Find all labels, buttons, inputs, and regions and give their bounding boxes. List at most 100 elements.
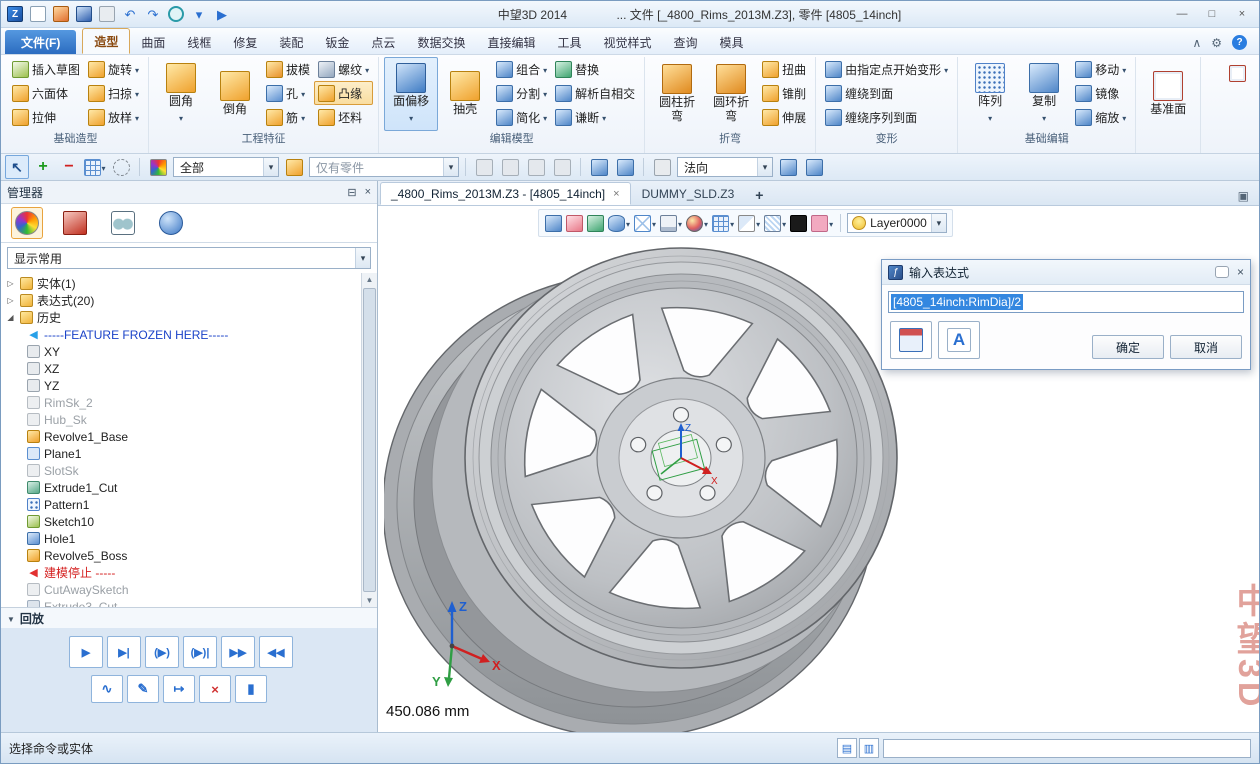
tree-node-cutawaysketch[interactable]: CutAwaySketch — [1, 581, 361, 598]
replay-fast-forward-button[interactable]: ▶▶ — [221, 636, 255, 668]
replay-header[interactable]: 回放 — [1, 607, 377, 628]
replay-curve-button[interactable]: ∿ — [91, 675, 123, 703]
assembly-manager-tab[interactable] — [59, 207, 91, 239]
ribbon-tab[interactable]: 修复 — [222, 30, 268, 54]
offset-face-button[interactable]: 面偏移 — [384, 57, 438, 131]
scrollbar-thumb[interactable] — [363, 288, 376, 592]
move-button[interactable]: 移动 — [1071, 57, 1130, 81]
add-selection-icon[interactable] — [31, 155, 55, 179]
ribbon-tab[interactable]: 工具 — [546, 30, 592, 54]
wrap-to-face-button[interactable]: 缠绕到面 — [821, 81, 952, 105]
draft-button[interactable]: 拔模 — [262, 57, 314, 81]
history-manager-tab[interactable] — [11, 207, 43, 239]
tree-node-pattern1[interactable]: Pattern1 — [1, 496, 361, 513]
command-input[interactable] — [883, 739, 1251, 758]
tree-node-history[interactable]: ◢历史 — [1, 309, 361, 326]
combine-button[interactable]: 组合 — [492, 57, 551, 81]
file-menu-button[interactable]: 文件(F) — [5, 30, 76, 54]
insert-text-button[interactable] — [938, 321, 980, 359]
replay-play-next-button[interactable]: ▶| — [107, 636, 141, 668]
taper-button[interactable]: 锥削 — [758, 81, 810, 105]
part-filter-combo[interactable]: 仅有零件 — [309, 157, 459, 177]
new-document-tab-button[interactable]: + — [745, 187, 773, 205]
ribbon-tab[interactable]: 查询 — [663, 30, 709, 54]
print-icon[interactable] — [97, 4, 117, 24]
datum-plane-button[interactable]: 基准面 — [1141, 57, 1195, 131]
stock-button[interactable]: 坯料 — [314, 105, 373, 129]
deform-from-point-button[interactable]: 由指定点开始变形 — [821, 57, 952, 81]
shell-button[interactable]: 抽壳 — [438, 57, 492, 131]
flange-button[interactable]: 凸缘 — [314, 81, 373, 105]
selection-set-icon[interactable] — [83, 155, 107, 179]
tree-node-revolve1[interactable]: Revolve1_Base — [1, 428, 361, 445]
color-filter-icon[interactable] — [146, 155, 170, 179]
replay-solid-button[interactable]: ▮ — [235, 675, 267, 703]
undo-icon[interactable]: ↶ — [120, 4, 140, 24]
ribbon-tab[interactable]: 直接编辑 — [476, 30, 546, 54]
replay-play-button[interactable]: ▶ — [69, 636, 103, 668]
mirror-button[interactable]: 镜像 — [1071, 81, 1130, 105]
rib-button[interactable]: 筋 — [262, 105, 314, 129]
walkthrough-icon[interactable] — [544, 214, 563, 233]
replay-cancel-button[interactable]: × — [199, 675, 231, 703]
face-color-swatch[interactable] — [810, 214, 834, 233]
tree-node-sketch10[interactable]: Sketch10 — [1, 513, 361, 530]
tree-node-plane1[interactable]: Plane1 — [1, 445, 361, 462]
grid-toggle-icon[interactable] — [711, 214, 735, 233]
scroll-up-icon[interactable]: ▲ — [366, 273, 374, 286]
ribbon-tab[interactable]: 装配 — [268, 30, 314, 54]
cylindrical-bend-button[interactable]: 圆柱折弯 — [650, 57, 704, 131]
replace-button[interactable]: 替换 — [551, 57, 639, 81]
save-icon[interactable] — [74, 4, 94, 24]
minimize-button[interactable]: — — [1167, 4, 1197, 24]
replay-exit-button[interactable]: ↦ — [163, 675, 195, 703]
tree-node-frozen-marker[interactable]: -----FEATURE FROZEN HERE----- — [1, 326, 361, 343]
replay-edit-button[interactable]: ✎ — [127, 675, 159, 703]
settings-gear-icon[interactable]: ⚙ — [1211, 37, 1222, 49]
new-file-icon[interactable] — [28, 4, 48, 24]
tree-expander-icon[interactable]: ◢ — [5, 313, 16, 322]
cancel-button[interactable]: 取消 — [1170, 335, 1242, 359]
tree-node-extrude1[interactable]: Extrude1_Cut — [1, 479, 361, 496]
thread-button[interactable]: 螺纹 — [314, 57, 373, 81]
app-logo-icon[interactable] — [5, 4, 25, 24]
redo-icon[interactable]: ↷ — [143, 4, 163, 24]
close-icon[interactable]: × — [613, 188, 619, 200]
tree-node-extrude3[interactable]: Extrude3_Cut — [1, 598, 361, 607]
pattern-button[interactable]: 阵列 — [963, 57, 1017, 131]
ribbon-tab[interactable]: 数据交换 — [406, 30, 476, 54]
replay-play-to-button[interactable]: (▶)| — [183, 636, 217, 668]
pick-last-icon[interactable] — [472, 155, 496, 179]
tree-expander-icon[interactable]: ▷ — [5, 279, 16, 288]
shaded-mode-icon[interactable] — [685, 214, 709, 233]
tree-node-expressions[interactable]: ▷表达式(20) — [1, 292, 361, 309]
scroll-down-icon[interactable]: ▼ — [366, 594, 374, 607]
view-cylinder-icon[interactable] — [607, 214, 631, 233]
tree-node-plane-xz[interactable]: XZ — [1, 360, 361, 377]
standard-views-icon[interactable] — [166, 4, 186, 24]
simplify-button[interactable]: 简化 — [492, 105, 551, 129]
ribbon-tab[interactable]: 模具 — [709, 30, 755, 54]
ribbon-tab[interactable]: 钣金 — [314, 30, 360, 54]
replay-play-from-button[interactable]: (▶) — [145, 636, 179, 668]
open-file-icon[interactable] — [51, 4, 71, 24]
insert-sketch-button[interactable]: 插入草图 — [8, 57, 84, 81]
pick-crossing-icon[interactable] — [524, 155, 548, 179]
view-normal-combo[interactable]: 法向 — [677, 157, 773, 177]
toroidal-bend-button[interactable]: 圆环折弯 — [704, 57, 758, 131]
eraser-icon[interactable] — [565, 214, 584, 233]
prompt-list-icon[interactable]: ▥ — [859, 738, 879, 758]
tree-node-hubsk[interactable]: Hub_Sk — [1, 411, 361, 428]
tree-node-hole1[interactable]: Hole1 — [1, 530, 361, 547]
extrude-button[interactable]: 拉伸 — [8, 105, 84, 129]
view-manager-tab[interactable] — [155, 207, 187, 239]
display-mode-icon[interactable] — [659, 214, 683, 233]
tree-node-stop-marker[interactable]: 建模停止 ----- — [1, 564, 361, 581]
layer-combo[interactable]: Layer0000 — [847, 213, 947, 233]
wrap-sequence-to-face-button[interactable]: 缠绕序列到面 — [821, 105, 952, 129]
tree-node-shapes[interactable]: ▷实体(1) — [1, 275, 361, 292]
tree-node-slotsk[interactable]: SlotSk — [1, 462, 361, 479]
block-button[interactable]: 六面体 — [8, 81, 84, 105]
insert-feature-expression-button[interactable] — [890, 321, 932, 359]
edge-color-swatch[interactable] — [789, 214, 808, 233]
